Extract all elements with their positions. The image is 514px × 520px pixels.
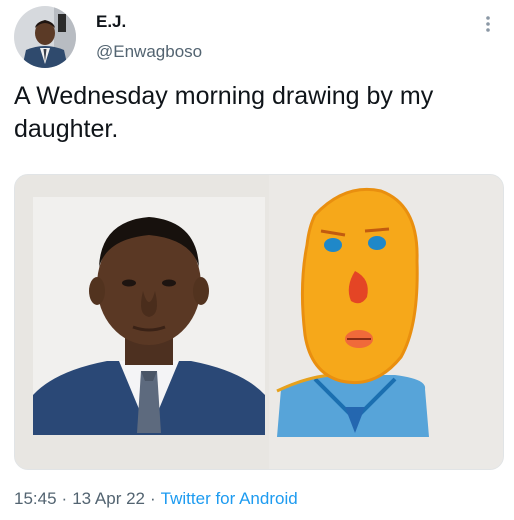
meta-separator-2: · — [150, 489, 156, 508]
avatar[interactable] — [14, 6, 76, 68]
portrait-photo — [33, 197, 265, 435]
tweet-meta: 15:45 · 13 Apr 22 · Twitter for Android — [14, 489, 298, 509]
display-name[interactable]: E.J. — [96, 12, 202, 32]
media-image — [15, 175, 503, 469]
tweet-source-link[interactable]: Twitter for Android — [161, 489, 298, 508]
user-handle[interactable]: @Enwagboso — [96, 42, 202, 62]
tweet-time[interactable]: 15:45 — [14, 489, 57, 508]
meta-separator: · — [61, 489, 68, 508]
tweet-media[interactable] — [14, 174, 504, 470]
tweet: E.J. @Enwagboso A Wednesday morning draw… — [0, 0, 514, 520]
more-vertical-icon[interactable] — [476, 10, 500, 38]
tweet-header: E.J. @Enwagboso — [14, 6, 504, 70]
tweet-text: A Wednesday morning drawing by my daught… — [14, 82, 434, 143]
tweet-date[interactable]: 13 Apr 22 — [72, 489, 145, 508]
user-info: E.J. @Enwagboso — [96, 12, 202, 62]
child-drawing — [269, 175, 503, 469]
avatar-image — [14, 6, 76, 68]
